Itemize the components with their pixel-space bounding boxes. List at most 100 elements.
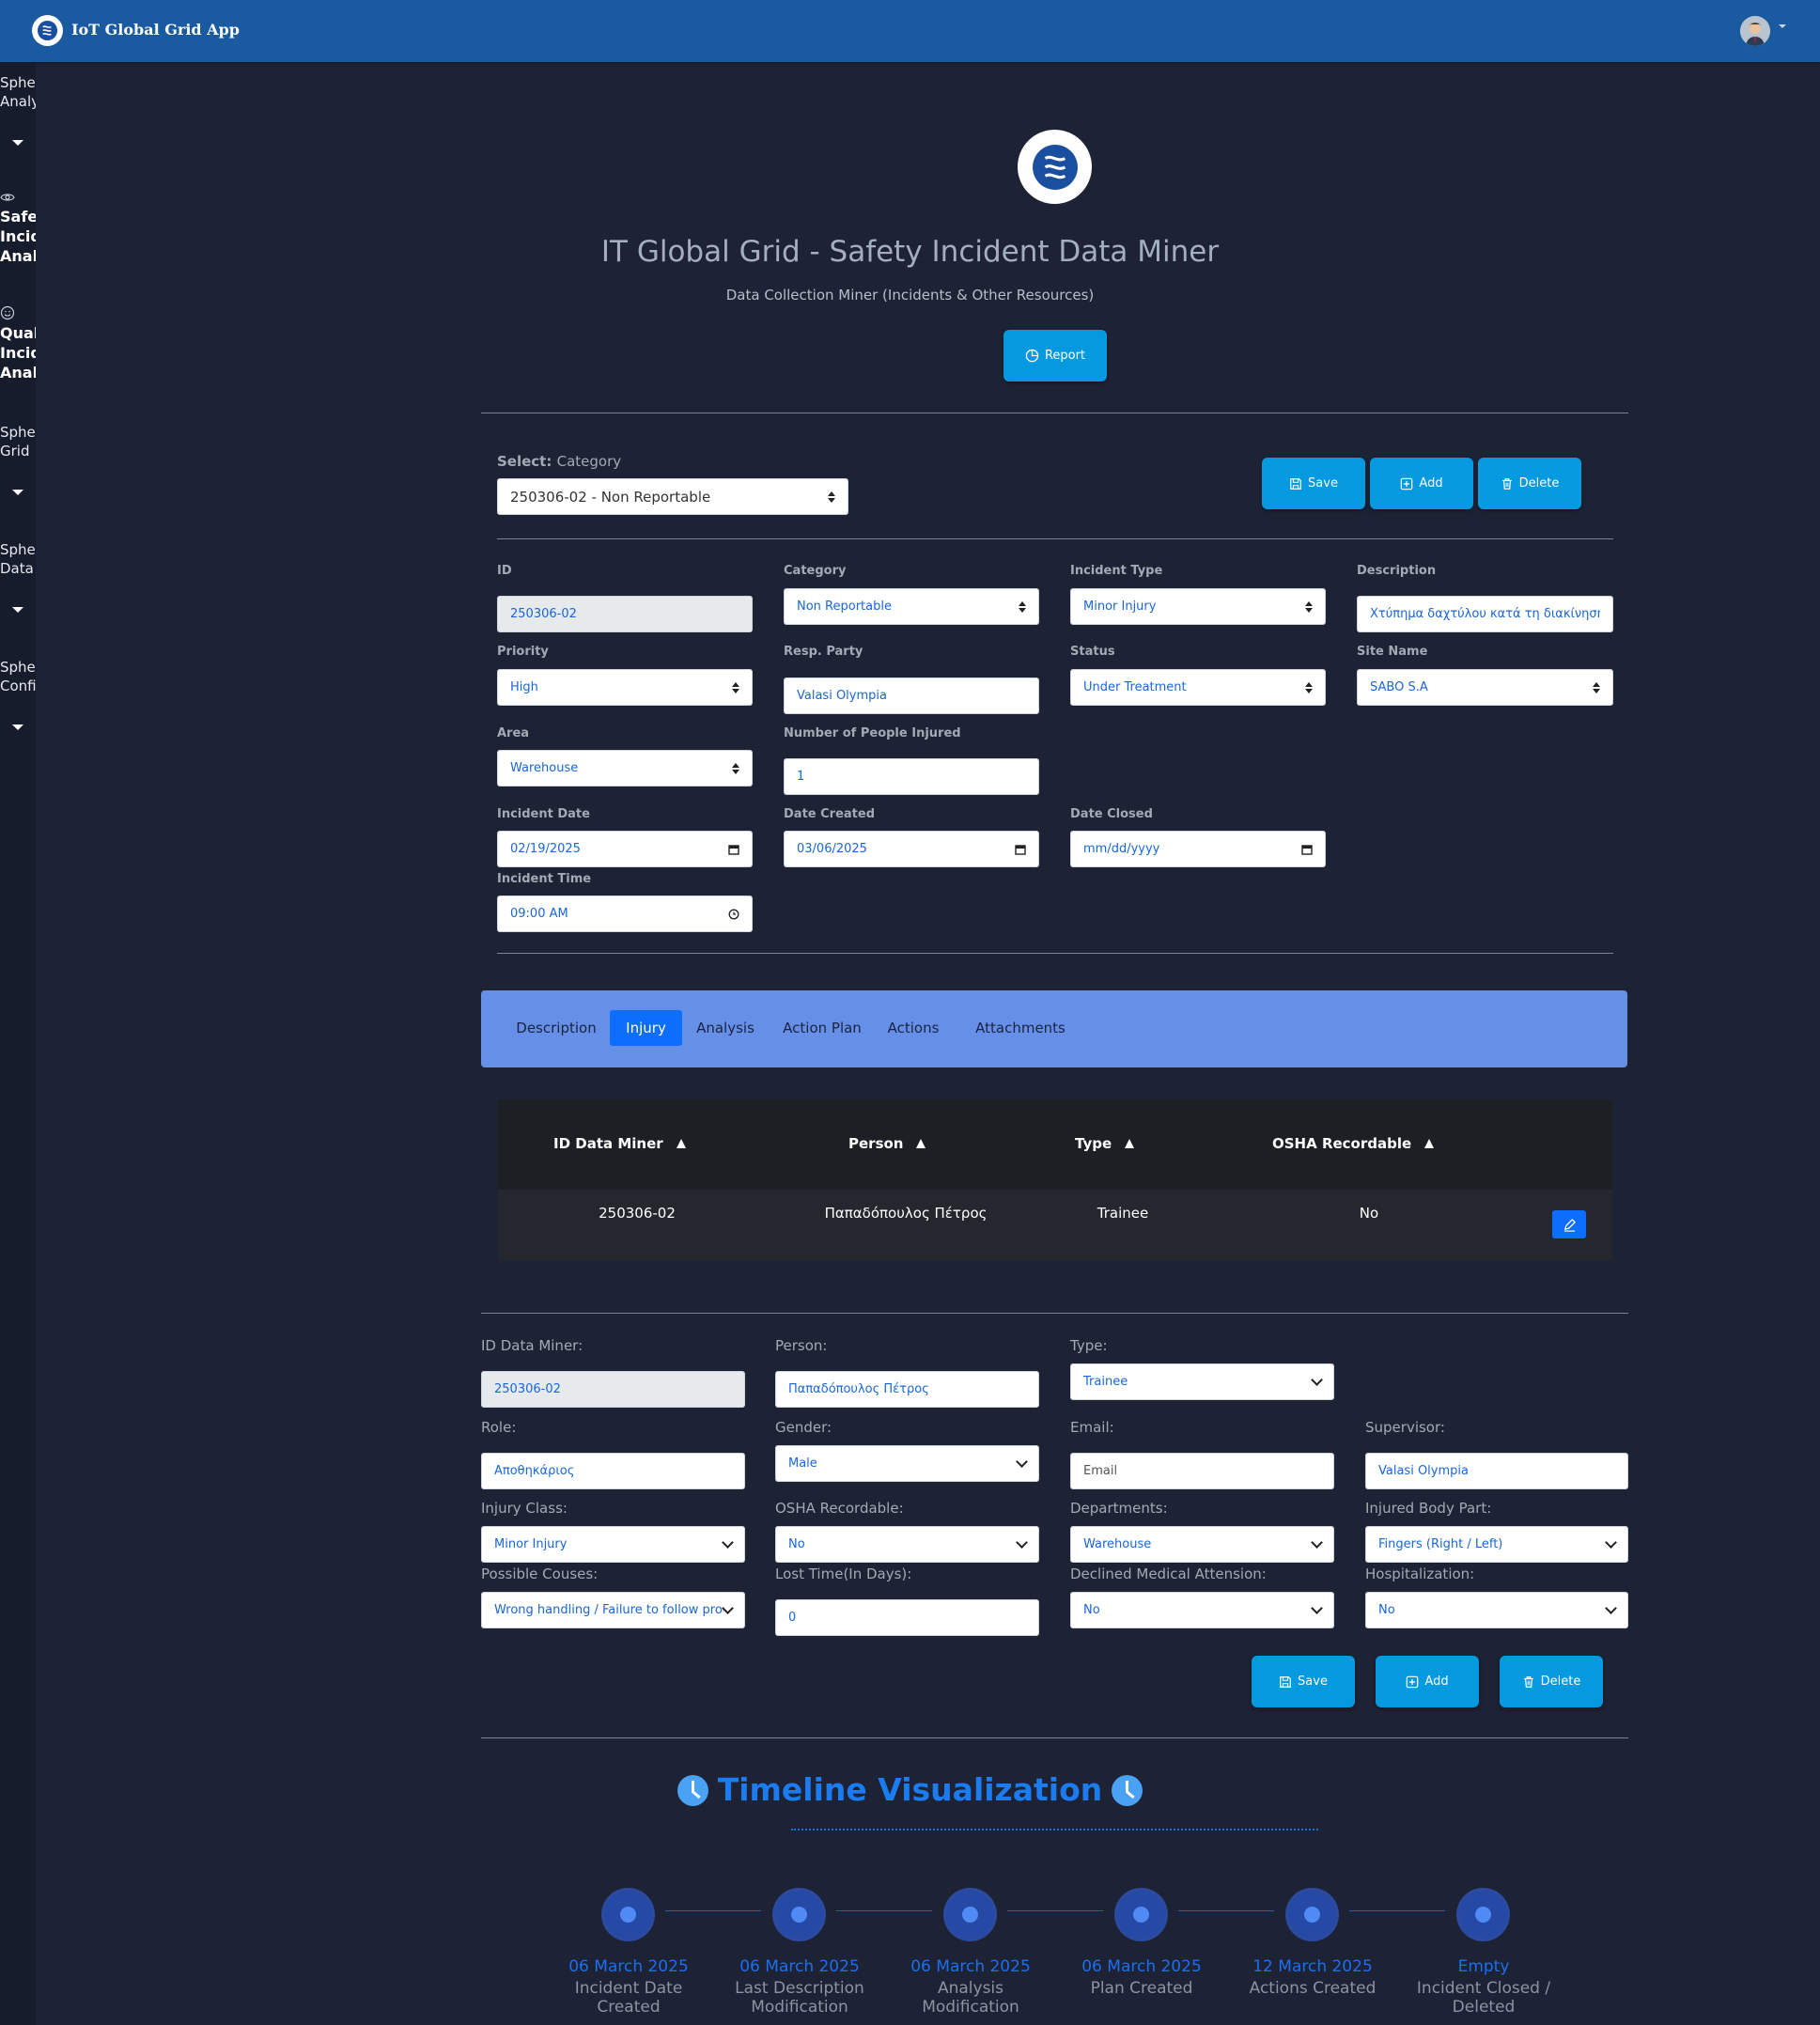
- delete-button[interactable]: Delete: [1478, 458, 1581, 509]
- column-header-person[interactable]: Person: [848, 1135, 926, 1152]
- osha-recordable-label: OSHA Recordable:: [775, 1500, 904, 1517]
- sort-asc-icon: [676, 1139, 686, 1148]
- timeline-date: Empty: [1457, 1957, 1510, 1976]
- calendar-icon[interactable]: [1301, 844, 1313, 855]
- priority-value: High: [510, 680, 538, 694]
- injury-class-select[interactable]: Minor Injury: [481, 1526, 745, 1563]
- timeline-caption: Last Description Modification: [735, 1979, 864, 2017]
- lost-time-input[interactable]: 0: [775, 1599, 1039, 1636]
- app-title[interactable]: IoT Global Grid App: [71, 21, 240, 39]
- possible-causes-select[interactable]: Wrong handling / Failure to follow proce…: [481, 1592, 745, 1628]
- gender-select[interactable]: Male: [775, 1445, 1039, 1482]
- top-navbar: IoT Global Grid App: [0, 0, 1820, 62]
- supervisor-label: Supervisor:: [1365, 1419, 1445, 1436]
- priority-select[interactable]: High: [497, 669, 753, 706]
- category-select-field[interactable]: Non Reportable: [784, 588, 1039, 625]
- tab-analysis[interactable]: Analysis: [688, 1010, 763, 1046]
- column-header-osha-recordable[interactable]: OSHA Recordable: [1272, 1135, 1435, 1152]
- resp-party-input[interactable]: Valasi Olympia: [784, 678, 1039, 714]
- email-input[interactable]: Email: [1070, 1453, 1334, 1489]
- role-input[interactable]: Αποθηκάριος: [481, 1453, 745, 1489]
- user-menu-caret-icon[interactable]: [1779, 24, 1786, 28]
- add-button[interactable]: Add: [1370, 458, 1473, 509]
- tab-attachments[interactable]: Attachments: [955, 1010, 1086, 1046]
- timeline-node[interactable]: [1288, 1891, 1336, 1939]
- table-cell: Παπαδόπουλος Πέτρος: [824, 1205, 988, 1222]
- tab-injury[interactable]: Injury: [610, 1010, 682, 1046]
- type-select[interactable]: Trainee: [1070, 1363, 1334, 1400]
- caret-down-icon[interactable]: [12, 140, 23, 146]
- timeline-date: 12 March 2025: [1252, 1957, 1373, 1976]
- tab-actions[interactable]: Actions: [881, 1010, 945, 1046]
- injury-add-button[interactable]: Add: [1376, 1656, 1479, 1707]
- sidebar-item-sphere-grid[interactable]: Sphe Grid: [0, 423, 36, 460]
- incident-time-value: 09:00 AM: [510, 907, 568, 921]
- incident-date-input[interactable]: 02/19/2025: [497, 831, 753, 867]
- clock-icon[interactable]: [728, 909, 739, 920]
- page-title: IT Global Grid - Safety Incident Data Mi…: [600, 235, 1220, 269]
- timeline-caption: Actions Created: [1249, 1979, 1377, 1998]
- site-name-select[interactable]: SABO S.A: [1357, 669, 1613, 706]
- sidebar-item-quality-incident-analysis[interactable]: Qual Incid Analy: [0, 323, 36, 382]
- divider: [481, 1737, 1628, 1738]
- type-value: Trainee: [1083, 1375, 1128, 1389]
- tab-description[interactable]: Description: [505, 1010, 608, 1046]
- timeline-caption: Analysis Modification: [922, 1979, 1019, 2017]
- app-logo-icon[interactable]: [32, 15, 63, 46]
- column-header-id-data-miner[interactable]: ID Data Miner: [553, 1135, 686, 1152]
- incident-time-input[interactable]: 09:00 AM: [497, 896, 753, 932]
- timeline-node[interactable]: [1117, 1891, 1165, 1939]
- sidebar-item-sphere-data[interactable]: Sphe Data: [0, 540, 36, 578]
- area-select[interactable]: Warehouse: [497, 750, 753, 787]
- timeline-node[interactable]: [1459, 1891, 1507, 1939]
- description-input[interactable]: Χτύπημα δαχτύλου κατά τη διακίνηση φορτί…: [1357, 596, 1613, 632]
- people-injured-input[interactable]: 1: [784, 758, 1039, 795]
- incident-type-select[interactable]: Minor Injury: [1070, 588, 1326, 625]
- timeline-node[interactable]: [775, 1891, 823, 1939]
- report-button[interactable]: Report: [1003, 330, 1107, 382]
- clock-icon: [1112, 1775, 1143, 1806]
- person-input[interactable]: Παπαδόπουλος Πέτρος: [775, 1371, 1039, 1408]
- divider: [481, 1313, 1628, 1314]
- supervisor-input[interactable]: Valasi Olympia: [1365, 1453, 1628, 1489]
- id-data-miner-field: 250306-02: [481, 1371, 745, 1408]
- calendar-icon[interactable]: [1015, 844, 1026, 855]
- edit-row-button[interactable]: [1552, 1210, 1586, 1238]
- declined-medical-label: Declined Medical Attension:: [1070, 1565, 1267, 1582]
- declined-medical-select[interactable]: No: [1070, 1592, 1334, 1628]
- hospitalization-select[interactable]: No: [1365, 1592, 1628, 1628]
- injury-delete-button[interactable]: Delete: [1500, 1656, 1603, 1707]
- description-label: Description: [1357, 564, 1437, 578]
- sidebar-item-sphere-analytics[interactable]: Sphe Analy: [0, 73, 36, 111]
- caret-down-icon[interactable]: [12, 490, 23, 495]
- caret-down-icon[interactable]: [12, 724, 23, 730]
- status-label: Status: [1070, 645, 1115, 659]
- floppy-disk-icon: [1280, 1675, 1291, 1688]
- category-select-value: 250306-02 - Non Reportable: [510, 488, 711, 506]
- timeline-node[interactable]: [946, 1891, 994, 1939]
- gender-value: Male: [788, 1456, 817, 1471]
- user-avatar[interactable]: [1740, 16, 1770, 46]
- timeline-connector: [665, 1910, 761, 1911]
- sidebar-item-sphere-config[interactable]: Sphe Confi: [0, 658, 36, 695]
- injury-class-label: Injury Class:: [481, 1500, 568, 1517]
- sidebar-item-label: Incid: [0, 344, 36, 362]
- category-select[interactable]: 250306-02 - Non Reportable: [497, 478, 848, 515]
- tab-action-plan[interactable]: Action Plan: [772, 1010, 872, 1046]
- status-select[interactable]: Under Treatment: [1070, 669, 1326, 706]
- injury-save-button[interactable]: Save: [1252, 1656, 1355, 1707]
- role-value: Αποθηκάριος: [494, 1464, 575, 1478]
- save-button[interactable]: Save: [1262, 458, 1365, 509]
- timeline-connector: [1007, 1910, 1103, 1911]
- departments-select[interactable]: Warehouse: [1070, 1526, 1334, 1563]
- date-created-input[interactable]: 03/06/2025: [784, 831, 1039, 867]
- chevron-down-icon: [1311, 1373, 1323, 1386]
- column-header-type[interactable]: Type: [1075, 1135, 1135, 1152]
- declined-medical-value: No: [1083, 1603, 1100, 1617]
- caret-down-icon[interactable]: [12, 607, 23, 613]
- injured-body-part-select[interactable]: Fingers (Right / Left): [1365, 1526, 1628, 1563]
- calendar-icon[interactable]: [728, 844, 739, 855]
- timeline-node[interactable]: [604, 1891, 652, 1939]
- osha-recordable-select[interactable]: No: [775, 1526, 1039, 1563]
- date-closed-input[interactable]: mm/dd/yyyy: [1070, 831, 1326, 867]
